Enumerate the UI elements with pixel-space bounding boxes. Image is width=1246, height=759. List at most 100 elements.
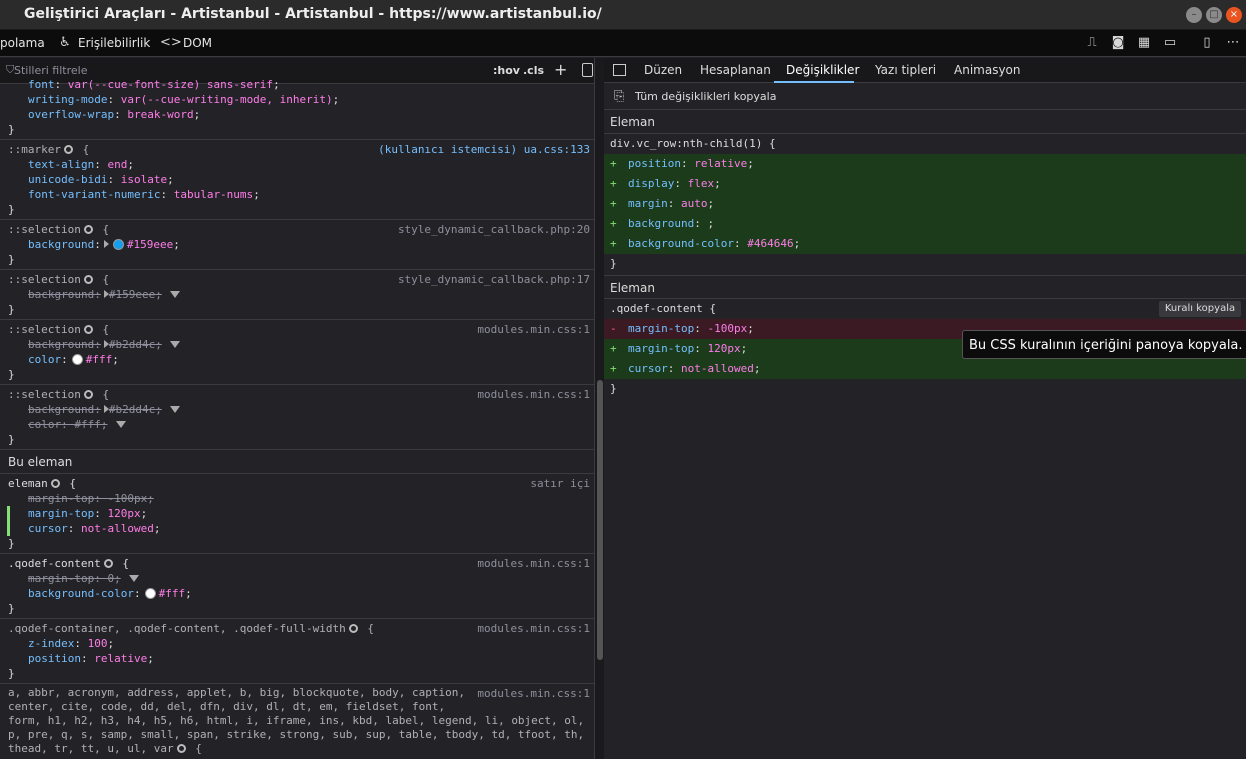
color-swatch[interactable] bbox=[144, 588, 156, 599]
declaration[interactable]: margin-top: -100px; bbox=[8, 491, 594, 506]
declaration[interactable]: color: #fff; bbox=[8, 352, 594, 367]
rule-source-link[interactable]: style_dynamic_callback.php:17 bbox=[398, 272, 590, 287]
responsive-icon[interactable]: ⎍ bbox=[1084, 35, 1100, 51]
rule-source-link: satır içi bbox=[530, 477, 590, 490]
rule-source-link[interactable]: (kullanıcı istemcisi) ua.css:133 bbox=[378, 142, 590, 157]
css-rule: ::selection { modules.min.css:1 backgrou… bbox=[0, 320, 594, 385]
tab-animations[interactable]: Animasyon bbox=[954, 63, 1021, 77]
declaration[interactable]: color: #fff; bbox=[8, 417, 594, 432]
element-section-header: Bu eleman bbox=[0, 450, 594, 474]
rule-selector[interactable]: ::selection bbox=[8, 388, 81, 401]
declaration[interactable]: background: #b2dd4c; bbox=[8, 402, 594, 417]
rule-source-link[interactable]: modules.min.css:1 bbox=[477, 322, 590, 337]
filter-icon[interactable] bbox=[128, 575, 139, 582]
declaration[interactable]: position: relative; bbox=[8, 651, 594, 666]
more-icon[interactable]: ⋯ bbox=[1225, 35, 1241, 51]
declaration[interactable]: cursor: not-allowed; bbox=[8, 521, 594, 536]
declaration[interactable]: font-variant-numeric: tabular-nums; bbox=[8, 187, 594, 202]
toggle-sidebar-icon[interactable] bbox=[613, 64, 626, 76]
rule-source-link[interactable]: modules.min.css:1 bbox=[477, 556, 590, 571]
window-titlebar: Geliştirici Araçları - Artistanbul - Art… bbox=[0, 0, 1246, 30]
hover-toggle-button[interactable]: :hov bbox=[493, 64, 520, 77]
rule-selector[interactable]: .qodef-container, .qodef-content, .qodef… bbox=[8, 622, 346, 635]
change-selector: div.vc_row:nth-child(1) { bbox=[610, 137, 776, 150]
change-line-added: + cursor: not-allowed; bbox=[604, 359, 1246, 379]
change-line-added: + margin: auto; bbox=[604, 194, 1246, 214]
css-rule: font: var(--cue-font-size) sans-serif; w… bbox=[0, 77, 594, 140]
tab-debugger[interactable]: polama bbox=[0, 36, 45, 50]
rule-selector[interactable]: ::marker bbox=[8, 143, 61, 156]
rule-selector[interactable]: .qodef-content bbox=[8, 557, 101, 570]
declaration[interactable]: background: #159eee; bbox=[8, 237, 594, 252]
print-simulation-icon[interactable] bbox=[582, 63, 593, 77]
tab-computed[interactable]: Hesaplanan bbox=[700, 63, 771, 77]
rule-selector[interactable]: ::selection bbox=[8, 223, 81, 236]
declaration[interactable]: margin-top: 0; bbox=[8, 571, 594, 586]
copy-all-changes-button[interactable]: ⎘ Tüm değişiklikleri kopyala bbox=[604, 84, 1246, 110]
color-swatch[interactable] bbox=[71, 354, 83, 365]
panel-splitter[interactable] bbox=[594, 58, 604, 759]
change-line-added: + position: relative; bbox=[604, 154, 1246, 174]
rule-selector[interactable]: eleman bbox=[8, 477, 48, 490]
filter-icon[interactable] bbox=[115, 421, 126, 428]
copy-rule-button[interactable]: Kuralı kopyala bbox=[1159, 301, 1241, 317]
close-button[interactable]: × bbox=[1226, 7, 1242, 23]
gear-icon[interactable] bbox=[83, 325, 93, 334]
change-section-header: Eleman bbox=[604, 275, 1246, 299]
filter-icon[interactable] bbox=[169, 341, 180, 348]
maximize-button[interactable]: □ bbox=[1206, 7, 1222, 23]
dock-icon[interactable]: ▯ bbox=[1199, 35, 1215, 51]
copy-rule-tooltip: Bu CSS kuralının içeriğini panoya kopyal… bbox=[962, 330, 1246, 359]
rule-selector[interactable]: ::selection bbox=[8, 273, 81, 286]
filter-icon: ⛉ bbox=[6, 63, 15, 76]
gear-icon[interactable] bbox=[83, 275, 93, 284]
screenshot-icon[interactable]: ◙ bbox=[1110, 35, 1126, 51]
declaration[interactable]: margin-top: 120px; bbox=[8, 506, 594, 521]
minimize-button[interactable]: – bbox=[1186, 7, 1202, 23]
css-rule: ::marker { (kullanıcı istemcisi) ua.css:… bbox=[0, 140, 594, 220]
gear-icon[interactable] bbox=[103, 559, 113, 568]
gear-icon[interactable] bbox=[348, 624, 358, 633]
filter-icon[interactable] bbox=[169, 406, 180, 413]
change-line-added: + display: flex; bbox=[604, 174, 1246, 194]
scrollbar-thumb[interactable] bbox=[597, 380, 603, 660]
color-swatch[interactable] bbox=[112, 239, 124, 250]
declaration[interactable]: background: #159eee; bbox=[8, 287, 594, 302]
rulers-icon[interactable]: ▦ bbox=[1136, 35, 1152, 51]
change-line-added: + background-color: #464646; bbox=[604, 234, 1246, 254]
tab-fonts[interactable]: Yazı tipleri bbox=[875, 63, 936, 77]
declaration[interactable]: font: var(--cue-font-size) sans-serif; bbox=[8, 77, 594, 92]
class-toggle-button[interactable]: .cls bbox=[523, 64, 544, 77]
css-rule: eleman { satır içi margin-top: -100px; m… bbox=[0, 474, 594, 554]
gear-icon[interactable] bbox=[50, 479, 60, 488]
rule-source-link[interactable]: modules.min.css:1 bbox=[477, 621, 590, 636]
filter-icon[interactable] bbox=[169, 291, 180, 298]
tab-layout[interactable]: Düzen bbox=[644, 63, 682, 77]
rule-source-link[interactable]: modules.min.css:1 bbox=[477, 387, 590, 402]
styles-filter-input[interactable]: Stilleri filtrele bbox=[14, 64, 87, 77]
declaration[interactable]: writing-mode: var(--cue-writing-mode, in… bbox=[8, 92, 594, 107]
declaration[interactable]: text-align: end; bbox=[8, 157, 594, 172]
tab-accessibility[interactable]: Erişilebilirlik bbox=[78, 36, 150, 50]
gear-icon[interactable] bbox=[83, 225, 93, 234]
declaration[interactable]: unicode-bidi: isolate; bbox=[8, 172, 594, 187]
declaration[interactable]: overflow-wrap: break-word; bbox=[8, 107, 594, 122]
css-rule: ::selection { modules.min.css:1 backgrou… bbox=[0, 385, 594, 450]
tab-dom[interactable]: DOM bbox=[183, 36, 212, 50]
tab-changes[interactable]: Değişiklikler bbox=[786, 63, 859, 77]
copy-icon: ⎘ bbox=[614, 89, 625, 104]
gear-icon[interactable] bbox=[176, 744, 186, 753]
rule-source-link[interactable]: modules.min.css:1 bbox=[477, 686, 590, 701]
declaration[interactable]: z-index: 100; bbox=[8, 636, 594, 651]
expand-icon[interactable] bbox=[103, 240, 109, 248]
measure-icon[interactable]: ▭ bbox=[1162, 35, 1178, 51]
declaration[interactable]: background-color: #fff; bbox=[8, 586, 594, 601]
gear-icon[interactable] bbox=[63, 145, 73, 154]
css-rule: ::selection { style_dynamic_callback.php… bbox=[0, 220, 594, 270]
gear-icon[interactable] bbox=[83, 390, 93, 399]
declaration[interactable]: background: #b2dd4c; bbox=[8, 337, 594, 352]
rule-source-link[interactable]: style_dynamic_callback.php:20 bbox=[398, 222, 590, 237]
rule-selector[interactable]: ::selection bbox=[8, 323, 81, 336]
accessibility-icon: ♿ bbox=[59, 35, 71, 50]
rules-list: font: var(--cue-font-size) sans-serif; w… bbox=[0, 78, 594, 758]
